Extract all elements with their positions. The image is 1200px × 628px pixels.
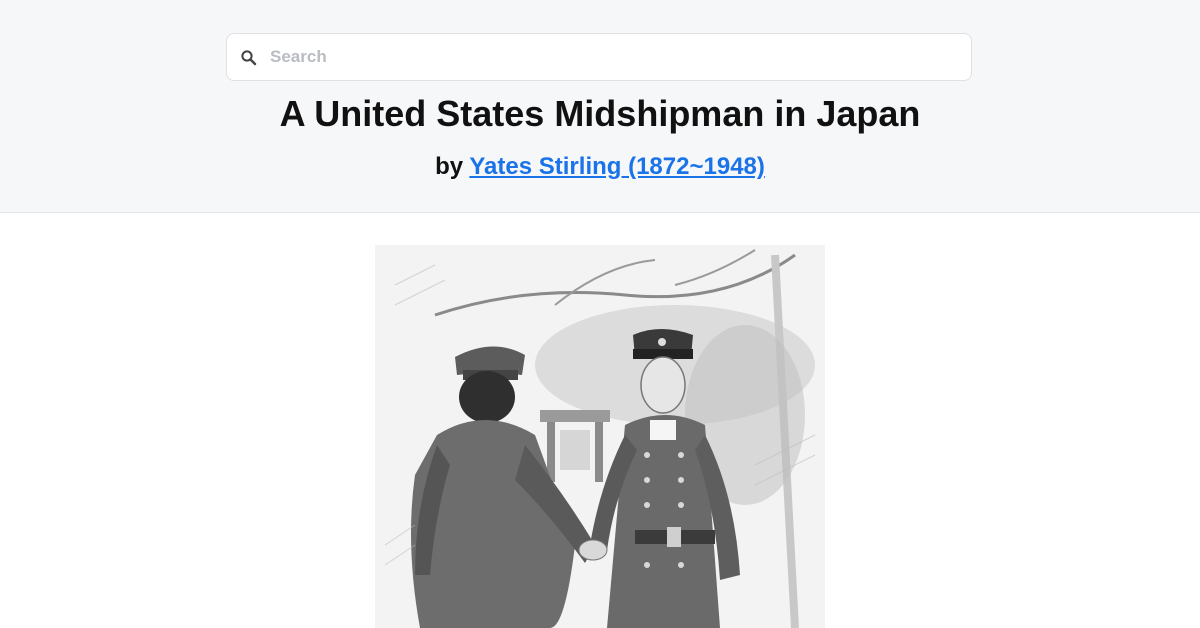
byline-prefix: by (435, 153, 464, 180)
byline: by Yates Stirling (1872~1948) (0, 152, 1200, 182)
cover-illustration (375, 245, 825, 628)
search-icon (240, 49, 258, 67)
author-link[interactable]: Yates Stirling (1872~1948) (469, 153, 765, 180)
search-box[interactable] (226, 33, 972, 81)
search-input[interactable] (270, 34, 960, 80)
page-header: A United States Midshipman in Japan by Y… (0, 0, 1200, 213)
book-title: A United States Midshipman in Japan (279, 93, 921, 134)
